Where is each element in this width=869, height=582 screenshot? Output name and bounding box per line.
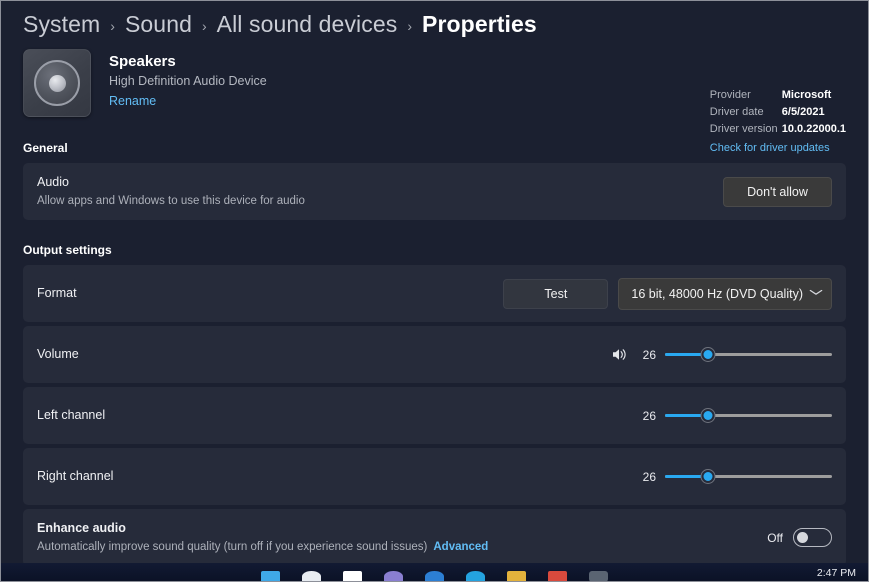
enhance-audio-labels: Enhance audio Automatically improve soun… xyxy=(37,520,767,555)
folder-icon[interactable] xyxy=(507,571,526,581)
volume-slider[interactable] xyxy=(665,347,832,363)
driver-version-label: Driver version xyxy=(709,123,778,135)
start-icon[interactable] xyxy=(261,571,280,581)
speaker-volume-icon xyxy=(611,346,628,363)
chevron-down-icon xyxy=(809,289,823,298)
volume-slider-thumb[interactable] xyxy=(700,347,716,362)
enhance-audio-subtitle: Automatically improve sound quality (tur… xyxy=(37,541,428,553)
right-channel-card: Right channel 26 xyxy=(23,448,846,505)
breadcrumb-item-all-sound-devices[interactable]: All sound devices xyxy=(217,11,398,38)
taskbar: 2:47 PM xyxy=(1,563,868,581)
device-description: High Definition Audio Device xyxy=(109,74,267,88)
driver-date-label: Driver date xyxy=(709,106,764,118)
driver-provider-label: Provider xyxy=(709,89,751,101)
rename-link[interactable]: Rename xyxy=(109,92,156,110)
explorer-icon[interactable] xyxy=(425,571,444,581)
enhance-audio-state-label: Off xyxy=(767,530,783,545)
left-channel-row: Left channel 26 xyxy=(23,387,846,444)
enhance-audio-toggle-group: Off xyxy=(767,528,832,547)
right-channel-slider-thumb[interactable] xyxy=(700,469,716,484)
output-settings-section-title: Output settings xyxy=(23,243,112,257)
left-channel-title: Left channel xyxy=(37,408,106,422)
device-meta: Speakers High Definition Audio Device Re… xyxy=(109,49,267,110)
volume-slider-group: 26 xyxy=(611,346,832,363)
breadcrumb-separator: › xyxy=(110,17,115,34)
volume-controls: 26 xyxy=(611,346,832,363)
audio-title: Audio xyxy=(37,175,69,189)
enhance-audio-title: Enhance audio xyxy=(37,521,126,535)
audio-row: Audio Allow apps and Windows to use this… xyxy=(23,163,846,220)
breadcrumb-item-system[interactable]: System xyxy=(23,11,100,38)
right-channel-row: Right channel 26 xyxy=(23,448,846,505)
paint-icon[interactable] xyxy=(548,571,567,581)
driver-provider-value: Microsoft xyxy=(781,89,832,101)
check-for-driver-updates-link[interactable]: Check for driver updates xyxy=(710,140,846,157)
enhance-audio-row: Enhance audio Automatically improve soun… xyxy=(23,509,846,566)
driver-info: Provider Microsoft Driver date 6/5/2021 … xyxy=(710,87,846,157)
teams-icon[interactable] xyxy=(384,571,403,581)
volume-row: Volume 26 xyxy=(23,326,846,383)
right-channel-controls: 26 xyxy=(637,469,832,485)
driver-version-row: Driver version 10.0.22000.1 xyxy=(710,121,846,138)
driver-provider-row: Provider Microsoft xyxy=(710,87,846,104)
right-channel-slider[interactable] xyxy=(665,469,832,485)
format-title: Format xyxy=(37,286,77,300)
format-controls: Test 16 bit, 48000 Hz (DVD Quality) xyxy=(503,277,832,310)
format-labels: Format xyxy=(37,285,503,302)
taskbar-clock[interactable]: 2:47 PM xyxy=(817,567,856,579)
widgets-icon[interactable] xyxy=(343,571,362,581)
toggle-knob xyxy=(797,532,808,543)
audio-controls: Don't allow xyxy=(723,176,832,207)
device-header: Speakers High Definition Audio Device Re… xyxy=(1,37,868,154)
left-channel-value: 26 xyxy=(642,408,656,423)
settings-icon[interactable] xyxy=(589,571,608,581)
store-icon[interactable] xyxy=(466,571,485,581)
advanced-link[interactable]: Advanced xyxy=(433,541,488,553)
driver-date-value: 6/5/2021 xyxy=(781,106,825,118)
settings-window: System › Sound › All sound devices › Pro… xyxy=(0,0,869,582)
breadcrumb-item-properties: Properties xyxy=(422,10,537,37)
left-channel-labels: Left channel xyxy=(37,407,637,424)
right-channel-slider-group: 26 xyxy=(637,469,832,485)
volume-card: Volume 26 xyxy=(23,326,846,383)
speaker-icon xyxy=(23,49,91,117)
enhance-audio-controls: Off xyxy=(767,528,832,547)
format-row: Format Test 16 bit, 48000 Hz (DVD Qualit… xyxy=(23,265,846,322)
format-dropdown[interactable]: 16 bit, 48000 Hz (DVD Quality) xyxy=(618,277,832,310)
speaker-cone-outer xyxy=(34,60,80,106)
format-card: Format Test 16 bit, 48000 Hz (DVD Qualit… xyxy=(23,265,846,322)
left-channel-slider-thumb[interactable] xyxy=(700,408,716,423)
driver-date-row: Driver date 6/5/2021 xyxy=(710,104,846,121)
output-settings-section: Output settings Format Test 16 bit, 4800… xyxy=(1,243,868,566)
format-dropdown-value: 16 bit, 48000 Hz (DVD Quality) xyxy=(631,286,803,301)
breadcrumb: System › Sound › All sound devices › Pro… xyxy=(1,1,868,37)
audio-subtitle: Allow apps and Windows to use this devic… xyxy=(37,195,305,207)
breadcrumb-separator: › xyxy=(407,17,413,34)
right-channel-labels: Right channel xyxy=(37,468,637,485)
enhance-audio-subtitle-wrap: Automatically improve sound quality (tur… xyxy=(37,539,767,555)
taskbar-icons xyxy=(1,563,868,581)
audio-labels: Audio Allow apps and Windows to use this… xyxy=(37,174,723,209)
enhance-audio-toggle[interactable] xyxy=(793,528,832,547)
volume-title: Volume xyxy=(37,347,79,361)
audio-card: Audio Allow apps and Windows to use this… xyxy=(23,163,846,220)
volume-value: 26 xyxy=(642,347,656,362)
breadcrumb-separator: › xyxy=(201,17,207,34)
left-channel-card: Left channel 26 xyxy=(23,387,846,444)
test-button[interactable]: Test xyxy=(503,278,609,309)
left-channel-slider-group: 26 xyxy=(637,408,832,424)
search-icon[interactable] xyxy=(302,571,321,581)
dont-allow-button[interactable]: Don't allow xyxy=(723,176,832,207)
right-channel-title: Right channel xyxy=(37,469,114,483)
breadcrumb-item-sound[interactable]: Sound xyxy=(125,11,192,38)
volume-labels: Volume xyxy=(37,346,611,363)
speaker-cone-inner xyxy=(48,74,66,92)
driver-version-value: 10.0.22000.1 xyxy=(781,123,846,135)
device-name: Speakers xyxy=(109,53,176,70)
left-channel-slider[interactable] xyxy=(665,408,832,424)
enhance-audio-card: Enhance audio Automatically improve soun… xyxy=(23,509,846,566)
right-channel-value: 26 xyxy=(642,469,656,484)
left-channel-controls: 26 xyxy=(637,408,832,424)
